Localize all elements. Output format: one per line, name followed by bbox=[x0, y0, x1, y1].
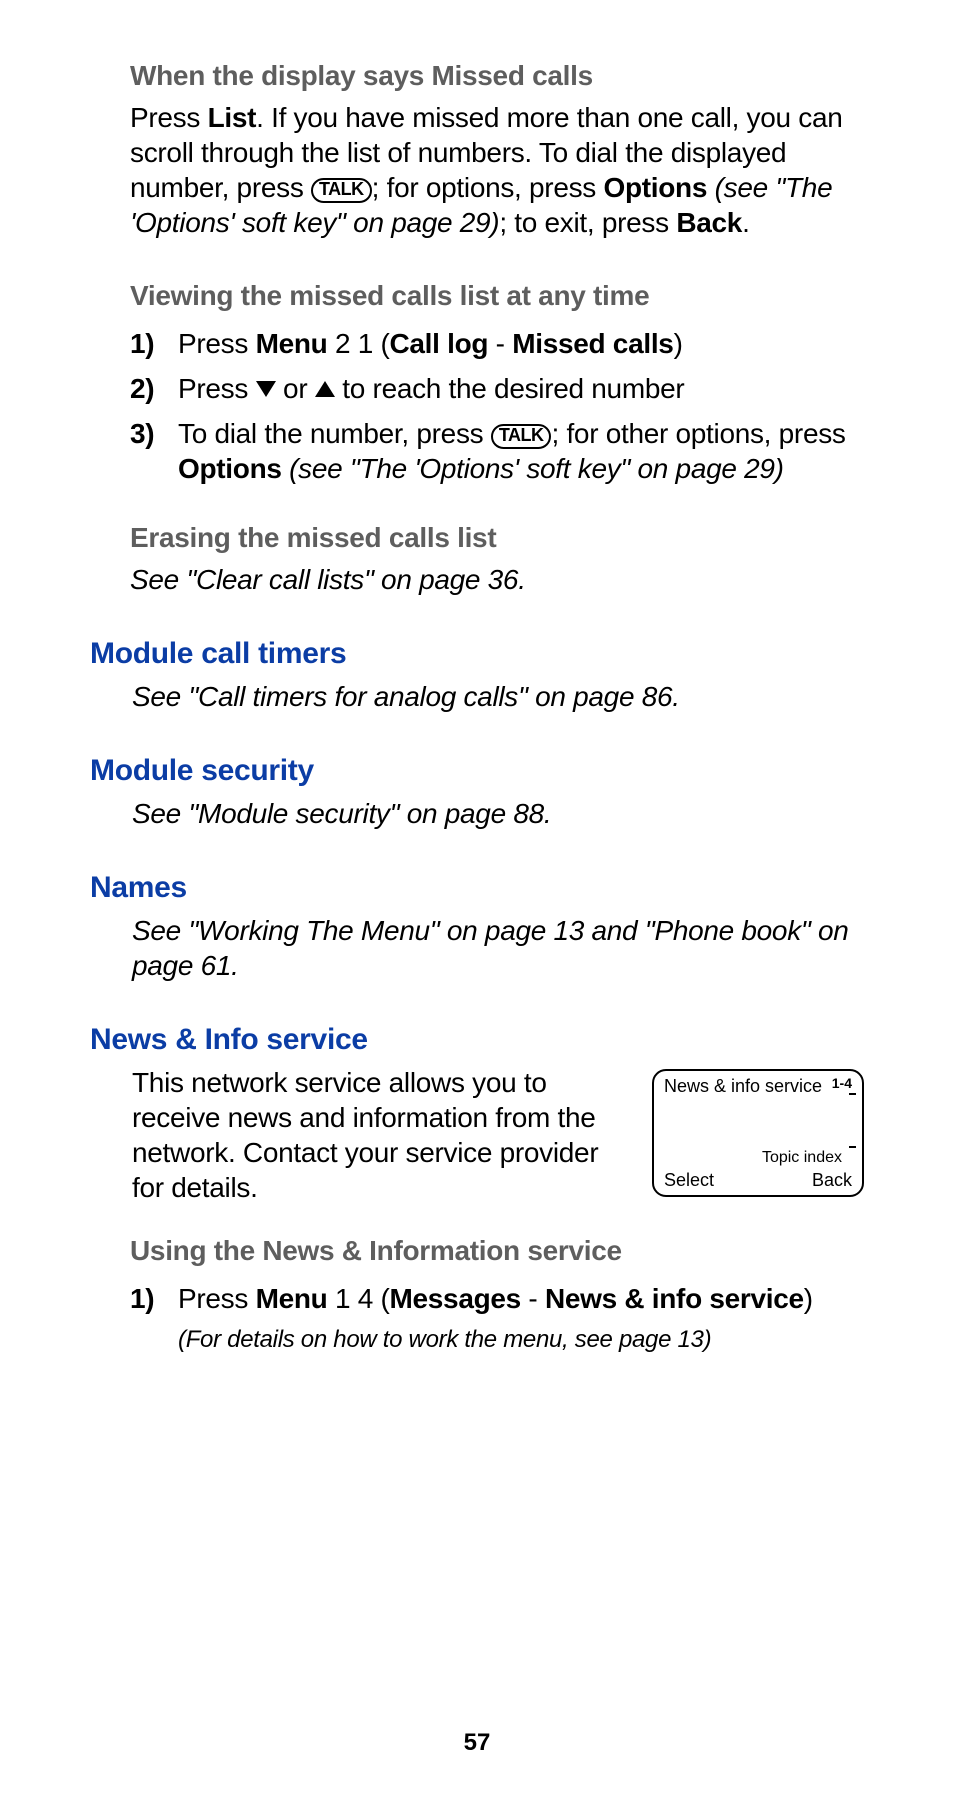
text-seg: ; for other options, press bbox=[551, 418, 845, 449]
text-seg: - bbox=[488, 328, 512, 359]
text-seg: ; to exit, press bbox=[499, 207, 676, 238]
key-back: Back bbox=[676, 207, 742, 238]
text-seg: To dial the number, press bbox=[178, 418, 491, 449]
ref-call-timers: See "Call timers for analog calls" on pa… bbox=[90, 679, 864, 714]
menu-news-info: News & info service bbox=[545, 1283, 804, 1314]
screen-softkey-select: Select bbox=[664, 1170, 714, 1191]
heading-names: Names bbox=[90, 871, 864, 905]
key-menu: Menu bbox=[256, 1283, 328, 1314]
text-seg: Press bbox=[178, 373, 256, 404]
menu-missed-calls: Missed calls bbox=[512, 328, 673, 359]
text-seg: to reach the desired number bbox=[335, 373, 685, 404]
text-seg: - bbox=[521, 1283, 545, 1314]
heading-emph: Missed calls bbox=[432, 60, 593, 91]
step-marker: 2) bbox=[130, 371, 154, 406]
phone-screen-illustration: News & info service 1-4 Topic index Sele… bbox=[652, 1069, 864, 1197]
scrollbar-icon bbox=[851, 1093, 853, 1148]
step-footnote: (For details on how to work the menu, se… bbox=[130, 1326, 864, 1354]
key-options: Options bbox=[603, 172, 707, 203]
text-seg: 1 4 ( bbox=[327, 1283, 389, 1314]
ref-module-security: See "Module security" on page 88. bbox=[90, 796, 864, 831]
text-seg: ) bbox=[804, 1283, 813, 1314]
heading-using-news: Using the News & Information service bbox=[130, 1235, 864, 1267]
paragraph-missed-calls: Press List. If you have missed more than… bbox=[130, 100, 864, 240]
arrow-down-icon bbox=[256, 381, 276, 397]
step-item: 1) Press Menu 1 4 (Messages - News & inf… bbox=[130, 1281, 864, 1316]
text-seg: or bbox=[276, 373, 315, 404]
heading-text: When the display says bbox=[130, 60, 432, 91]
text-seg: Press bbox=[130, 102, 208, 133]
manual-page: When the display says Missed calls Press… bbox=[0, 0, 954, 1803]
menu-messages: Messages bbox=[389, 1283, 520, 1314]
step-item: 2) Press or to reach the desired number bbox=[130, 371, 864, 406]
heading-erasing-missed: Erasing the missed calls list bbox=[130, 522, 864, 554]
content-area: When the display says Missed calls Press… bbox=[90, 60, 864, 597]
menu-call-log: Call log bbox=[389, 328, 488, 359]
text-seg: . bbox=[742, 207, 749, 238]
key-options: Options bbox=[178, 453, 282, 484]
news-steps-area: Using the News & Information service 1) … bbox=[90, 1235, 864, 1354]
key-list: List bbox=[208, 102, 257, 133]
step-item: 1) Press Menu 2 1 (Call log - Missed cal… bbox=[130, 326, 864, 361]
key-menu: Menu bbox=[256, 328, 328, 359]
talk-icon: TALK bbox=[311, 178, 372, 203]
ref-names: See "Working The Menu" on page 13 and "P… bbox=[90, 913, 864, 983]
ref-clear-call-lists: See "Clear call lists" on page 36. bbox=[130, 562, 864, 597]
text-seg: Press bbox=[178, 1283, 256, 1314]
screen-topic: Topic index bbox=[762, 1149, 842, 1167]
news-intro-text: This network service allows you to recei… bbox=[132, 1065, 634, 1205]
heading-viewing-missed: Viewing the missed calls list at any tim… bbox=[130, 280, 864, 312]
steps-viewing-missed: 1) Press Menu 2 1 (Call log - Missed cal… bbox=[130, 326, 864, 486]
heading-module-security: Module security bbox=[90, 754, 864, 788]
text-seg: ; for options, press bbox=[372, 172, 604, 203]
screen-title: News & info service bbox=[664, 1077, 822, 1097]
text-seg: ) bbox=[674, 328, 683, 359]
arrow-up-icon bbox=[315, 381, 335, 397]
step-marker: 3) bbox=[130, 416, 154, 451]
news-intro-row: This network service allows you to recei… bbox=[90, 1065, 864, 1235]
talk-icon: TALK bbox=[491, 424, 552, 449]
steps-using-news: 1) Press Menu 1 4 (Messages - News & inf… bbox=[130, 1281, 864, 1316]
text-seg: 2 1 ( bbox=[327, 328, 389, 359]
text-seg: Press bbox=[178, 328, 256, 359]
step-marker: 1) bbox=[130, 326, 154, 361]
ref-options-softkey: (see "The 'Options' soft key" on page 29… bbox=[282, 453, 784, 484]
step-marker: 1) bbox=[130, 1281, 154, 1316]
heading-missed-calls-display: When the display says Missed calls bbox=[130, 60, 864, 92]
screen-index: 1-4 bbox=[832, 1075, 852, 1091]
heading-news-info: News & Info service bbox=[90, 1023, 864, 1057]
page-number: 57 bbox=[0, 1729, 954, 1757]
heading-module-call-timers: Module call timers bbox=[90, 637, 864, 671]
screen-softkey-back: Back bbox=[812, 1170, 852, 1191]
step-item: 3) To dial the number, press TALK; for o… bbox=[130, 416, 864, 486]
